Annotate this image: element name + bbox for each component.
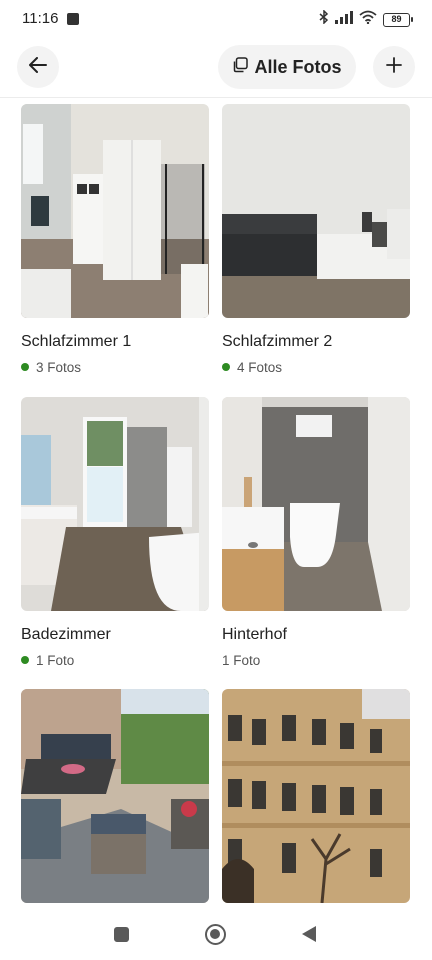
room-card-schlafzimmer-1[interactable]: Schlafzimmer 1 3 Fotos	[21, 104, 209, 376]
wifi-icon	[359, 10, 377, 29]
room-title: Schlafzimmer 2	[222, 333, 333, 350]
room-photo[interactable]	[21, 104, 209, 318]
room-card-hinterhof[interactable]: Hinterhof 1 Foto	[222, 397, 410, 669]
room-photo-count: 4 Fotos	[222, 358, 410, 376]
home-circle-icon[interactable]	[205, 924, 226, 945]
room-card-facade[interactable]	[222, 689, 410, 903]
recents-square-icon[interactable]	[114, 927, 129, 942]
add-photo-button[interactable]	[373, 46, 415, 88]
room-photo-count: 1 Foto	[21, 651, 209, 669]
signal-icon	[335, 10, 353, 29]
room-title: Schlafzimmer 1	[21, 333, 132, 350]
room-photo[interactable]	[222, 104, 410, 318]
room-photo-count: 1 Foto	[222, 651, 410, 669]
room-card-balcony[interactable]	[21, 689, 209, 903]
room-photo[interactable]	[222, 689, 410, 903]
room-photo[interactable]	[21, 689, 209, 903]
status-time: 11:16	[22, 10, 59, 27]
photo-count-text: 1 Foto	[222, 652, 261, 668]
plus-icon	[386, 56, 402, 78]
all-photos-button[interactable]: Alle Fotos	[218, 45, 356, 89]
arrow-left-icon	[29, 56, 47, 78]
room-title: Badezimmer	[21, 626, 111, 643]
photo-count-text: 1 Foto	[36, 652, 75, 668]
back-button[interactable]	[17, 46, 59, 88]
header: Alle Fotos	[0, 38, 432, 98]
all-photos-label: Alle Fotos	[254, 56, 342, 77]
battery-icon: 89	[383, 12, 413, 27]
back-triangle-icon[interactable]	[302, 926, 316, 942]
room-photo[interactable]	[222, 397, 410, 611]
room-title: Hinterhof	[222, 626, 287, 643]
photo-count-text: 3 Fotos	[36, 359, 82, 375]
status-dot-icon	[21, 363, 29, 371]
system-nav-bar	[0, 904, 432, 960]
status-bar: 11:16 89	[0, 0, 432, 38]
photos-stack-icon	[232, 56, 249, 78]
notification-square-icon	[67, 13, 79, 25]
photo-count-text: 4 Fotos	[237, 359, 283, 375]
room-photo-count: 3 Fotos	[21, 358, 209, 376]
status-dot-icon	[21, 656, 29, 664]
bluetooth-icon	[319, 9, 329, 29]
room-card-schlafzimmer-2[interactable]: Schlafzimmer 2 4 Fotos	[222, 104, 410, 376]
room-card-badezimmer[interactable]: Badezimmer 1 Foto	[21, 397, 209, 669]
status-dot-icon	[222, 363, 230, 371]
room-photo[interactable]	[21, 397, 209, 611]
status-icons: 89	[319, 9, 413, 29]
room-photo-grid: Schlafzimmer 1 3 Fotos Schlafzimmer 2 4 …	[0, 98, 432, 904]
